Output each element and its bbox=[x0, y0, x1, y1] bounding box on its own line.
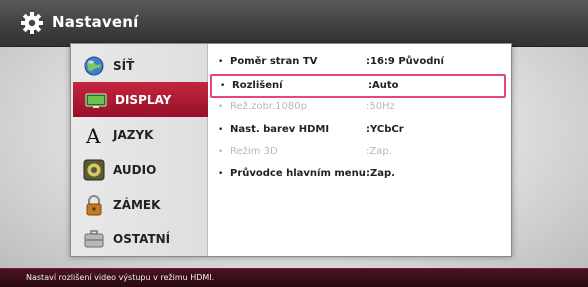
setting-row-resolution[interactable]: • Rozlišení :Auto bbox=[210, 74, 506, 98]
setting-value: :Zap. bbox=[366, 168, 395, 179]
setting-name: Rozlišení bbox=[232, 80, 283, 91]
setting-name: Poměr stran TV bbox=[230, 56, 318, 67]
setting-row-aspect-ratio[interactable]: • Poměr stran TV :16:9 Původní bbox=[208, 51, 511, 73]
setting-value: :Auto bbox=[368, 80, 399, 91]
sidebar-item-label: SÍŤ bbox=[113, 58, 135, 73]
setting-value: :Zap. bbox=[366, 146, 392, 157]
gear-icon bbox=[20, 11, 44, 35]
setting-value: :YCbCr bbox=[366, 124, 404, 135]
bullet: • bbox=[218, 125, 224, 135]
sidebar-item-label: AUDIO bbox=[113, 162, 157, 177]
bullet: • bbox=[218, 169, 224, 179]
setting-name: Průvodce hlavním menu bbox=[230, 168, 366, 179]
setting-row-3d-mode: • Režim 3D :Zap. bbox=[208, 141, 511, 163]
sidebar-item-label: DISPLAY bbox=[115, 92, 172, 107]
sidebar-item-display[interactable]: DISPLAY bbox=[73, 82, 211, 117]
page-title: Nastavení bbox=[52, 13, 139, 31]
lock-icon bbox=[83, 194, 105, 216]
setting-name: Režim 3D bbox=[230, 146, 278, 157]
svg-text:A: A bbox=[85, 124, 101, 146]
help-bar: Nastaví rozlišení video výstupu v režimu… bbox=[0, 268, 588, 287]
setting-row-hdmi-color[interactable]: • Nast. barev HDMI :YCbCr bbox=[208, 119, 511, 141]
sidebar-item-label: OSTATNÍ bbox=[113, 231, 171, 246]
sidebar-item-label: JAZYK bbox=[113, 127, 154, 142]
bullet: • bbox=[218, 102, 224, 112]
setting-row-home-menu-guide[interactable]: • Průvodce hlavním menu :Zap. bbox=[208, 163, 511, 185]
settings-panel: SÍŤ DISPLAY A JAZYK AUDIO ZÁMEK OSTATNÍ … bbox=[70, 43, 512, 257]
setting-value: :16:9 Původní bbox=[366, 56, 444, 67]
sidebar-item-label: ZÁMEK bbox=[113, 197, 161, 212]
sidebar-item-network[interactable]: SÍŤ bbox=[71, 48, 207, 83]
setting-name: Nast. barev HDMI bbox=[230, 124, 330, 135]
sidebar-item-language[interactable]: A JAZYK bbox=[71, 117, 207, 152]
settings-list: • Poměr stran TV :16:9 Původní • Rozliše… bbox=[208, 44, 511, 256]
setting-row-1080p-mode: • Rež.zobr.1080p :50Hz bbox=[208, 96, 511, 118]
speaker-icon bbox=[83, 159, 105, 181]
bullet: • bbox=[218, 57, 224, 67]
network-globe-icon bbox=[83, 55, 105, 77]
bullet: • bbox=[220, 81, 226, 91]
briefcase-icon bbox=[83, 228, 105, 250]
sidebar-item-lock[interactable]: ZÁMEK bbox=[71, 187, 207, 222]
category-sidebar: SÍŤ DISPLAY A JAZYK AUDIO ZÁMEK OSTATNÍ bbox=[71, 44, 211, 256]
header-bar: Nastavení bbox=[0, 0, 588, 47]
setting-name: Rež.zobr.1080p bbox=[230, 101, 307, 112]
setting-value: :50Hz bbox=[366, 101, 395, 112]
display-icon bbox=[85, 89, 107, 111]
language-icon: A bbox=[83, 124, 105, 146]
help-text: Nastaví rozlišení video výstupu v režimu… bbox=[26, 273, 215, 282]
sidebar-item-other[interactable]: OSTATNÍ bbox=[71, 221, 207, 256]
bullet: • bbox=[218, 147, 224, 157]
sidebar-item-audio[interactable]: AUDIO bbox=[71, 152, 207, 187]
